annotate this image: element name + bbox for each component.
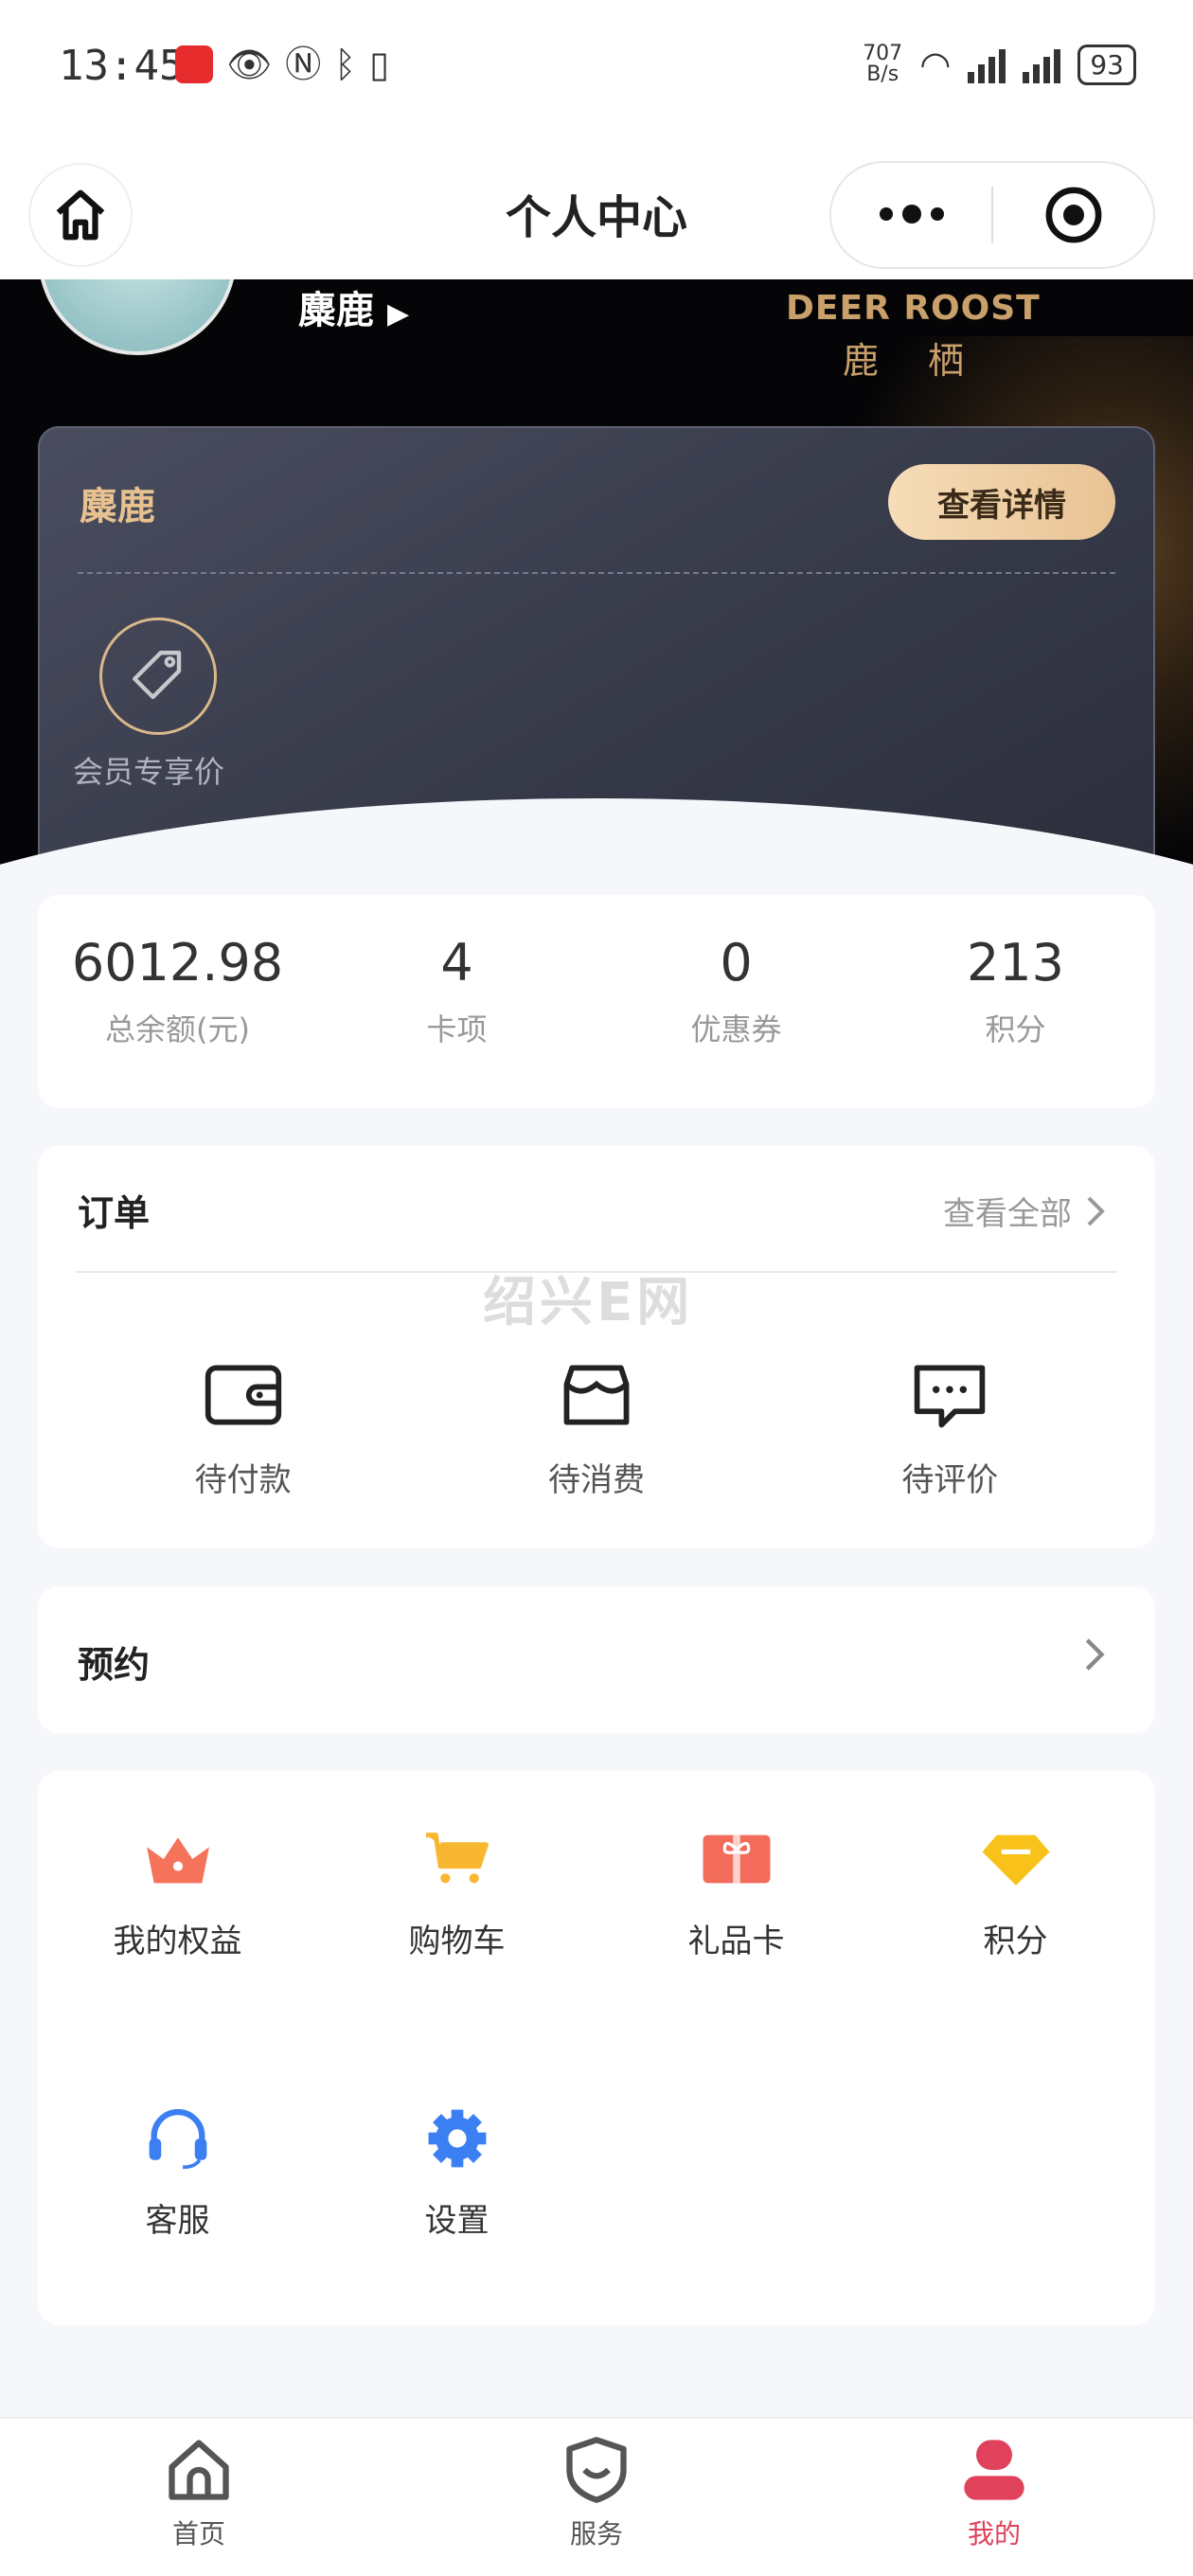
status-time: 13:45	[59, 42, 185, 90]
target-icon	[1045, 187, 1101, 243]
vibrate-icon: ▯	[369, 44, 389, 85]
member-card-name: 麋鹿	[80, 485, 155, 528]
shield-icon	[566, 2437, 627, 2503]
view-details-button[interactable]: 查看详情	[888, 464, 1115, 540]
store-icon	[563, 1365, 630, 1425]
orders-title: 订单	[78, 1192, 151, 1234]
comment-icon	[915, 1365, 986, 1428]
eye-icon: 👁	[226, 44, 273, 85]
battery-icon: 93	[1077, 44, 1136, 85]
account-stats: 6012.98 总余额(元) 4 卡项 0 优惠券 213 积分	[38, 895, 1155, 1108]
cart-icon	[425, 1833, 489, 1884]
stat-coupons[interactable]: 0 优惠券	[596, 895, 876, 1108]
points-item[interactable]: 积分	[876, 1828, 1155, 1961]
net-speed: 707 B/s	[863, 42, 903, 86]
bottom-tab-bar: 首页 服务 我的	[0, 2417, 1193, 2576]
status-left-icons: 👁 Ⓝ ᛒ ▯	[175, 45, 389, 83]
mini-program-capsule	[829, 161, 1155, 269]
my-benefits-item[interactable]: 我的权益	[38, 1828, 317, 1961]
username-link[interactable]: 麋鹿 ▶	[298, 279, 409, 334]
brand-logo-en: DEER ROOST	[786, 289, 1041, 328]
status-right-icons: 707 B/s ◠ 93	[863, 44, 1136, 85]
app-notification-icon	[175, 45, 213, 83]
nav-bar: 个人中心	[0, 142, 1193, 279]
stat-cards[interactable]: 4 卡项	[317, 895, 596, 1108]
shopping-cart-item[interactable]: 购物车	[317, 1828, 596, 1961]
stat-points[interactable]: 213 积分	[876, 895, 1155, 1108]
tab-home[interactable]: 首页	[0, 2419, 398, 2576]
chevron-right-icon	[1085, 1638, 1105, 1671]
price-tag-icon	[99, 617, 217, 735]
bluetooth-icon: ᛒ	[334, 44, 357, 85]
avatar[interactable]	[38, 279, 237, 355]
appointment-title: 预约	[78, 1644, 151, 1686]
settings-item[interactable]: 设置	[317, 2107, 596, 2241]
chevron-right-icon	[1087, 1196, 1105, 1225]
headset-icon	[149, 2109, 206, 2170]
view-all-orders-link[interactable]: 查看全部	[943, 1188, 1108, 1234]
wallet-icon	[205, 1365, 281, 1425]
user-icon	[964, 2440, 1024, 2500]
brand-logo-cn: 鹿 栖	[843, 340, 984, 382]
nfc-icon: Ⓝ	[285, 44, 322, 85]
tab-mine[interactable]: 我的	[795, 2419, 1193, 2576]
services-grid: 我的权益 购物车 礼品卡 积分 客服 设置	[38, 1771, 1155, 2325]
gift-card-icon	[703, 1834, 770, 1884]
more-button[interactable]	[831, 204, 991, 224]
pending-payment-item[interactable]: 待付款	[149, 1359, 338, 1500]
profile-banner: 麋鹿 ▶ DEER ROOST 鹿 栖 麋鹿 查看详情 会员专享价	[0, 279, 1193, 867]
home-icon	[169, 2440, 229, 2500]
gift-card-item[interactable]: 礼品卡	[596, 1828, 876, 1961]
card-divider	[78, 572, 1115, 574]
watermark: 绍兴E网	[483, 1272, 694, 1333]
signal-2-icon	[1023, 45, 1061, 83]
diamond-icon	[982, 1834, 1049, 1886]
pending-review-item[interactable]: 待评价	[855, 1359, 1044, 1500]
perk-label: 会员专享价	[72, 754, 224, 790]
wifi-icon: ◠	[919, 44, 952, 85]
stat-balance[interactable]: 6012.98 总余额(元)	[38, 895, 317, 1108]
status-bar: 13:45 👁 Ⓝ ᛒ ▯ 707 B/s ◠ 93	[0, 0, 1193, 142]
crown-icon	[146, 1837, 209, 1884]
gear-icon	[428, 2109, 486, 2168]
order-status-list: 待付款 待消费 待评价	[38, 1359, 1155, 1500]
customer-service-item[interactable]: 客服	[38, 2107, 317, 2241]
member-price-perk[interactable]: 会员专享价	[73, 617, 229, 792]
appointment-row[interactable]: 预约	[38, 1586, 1155, 1733]
signal-1-icon	[968, 45, 1006, 83]
close-button[interactable]	[993, 184, 1153, 246]
orders-section: 订单 查看全部 绍兴E网 待付款 待消费 待评价	[38, 1146, 1155, 1548]
tab-services[interactable]: 服务	[398, 2419, 795, 2576]
pending-use-item[interactable]: 待消费	[502, 1359, 691, 1500]
caret-right-icon: ▶	[386, 297, 410, 331]
